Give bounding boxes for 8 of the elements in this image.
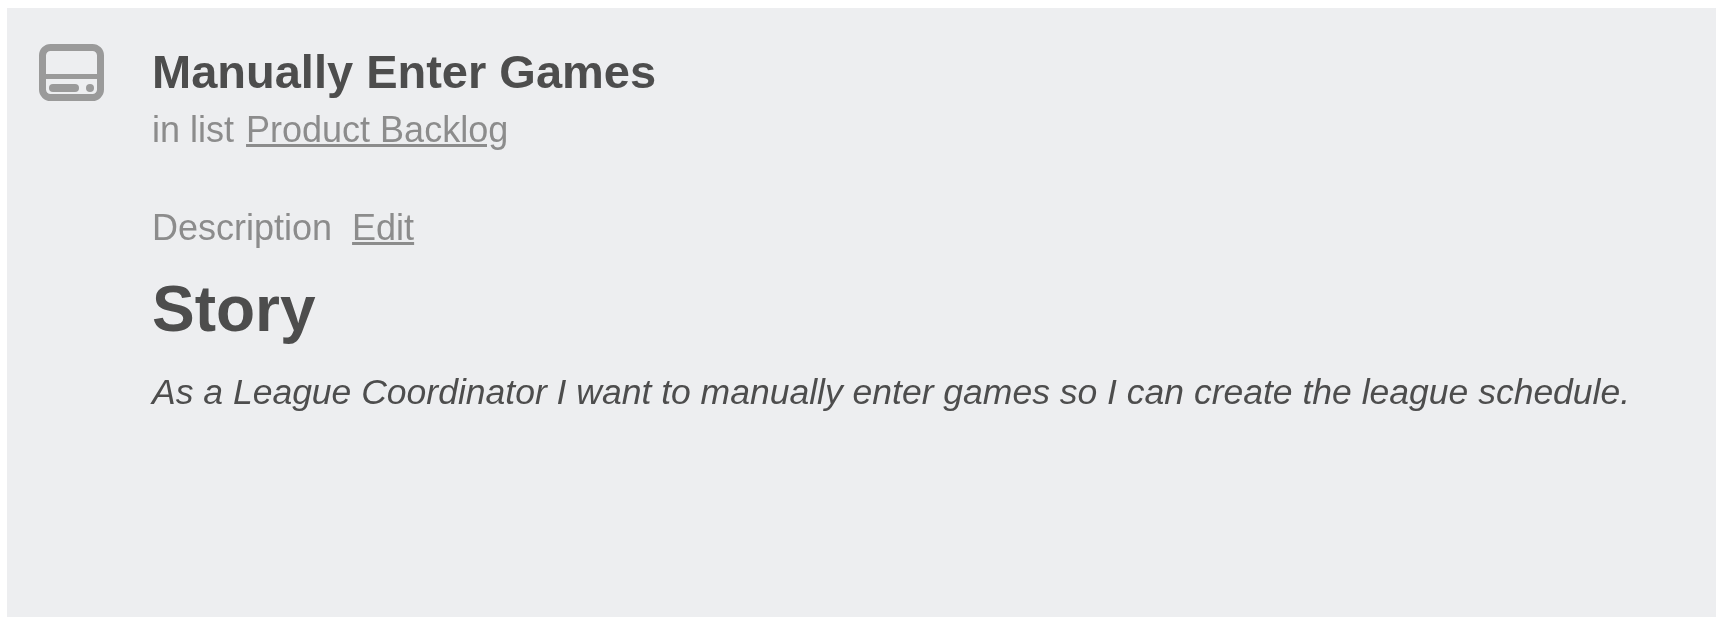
edit-link[interactable]: Edit <box>352 201 415 255</box>
description-heading: Story <box>152 273 317 345</box>
list-label: in list <box>152 108 235 152</box>
description-label: Description <box>152 206 333 250</box>
card-title: Manually Enter Games <box>152 44 658 100</box>
card-icon <box>39 44 104 101</box>
description-text: As a League Coordinator I want to manually enter games so I can create the league schedule. <box>152 371 1631 414</box>
list-link[interactable]: Product Backlog <box>246 103 509 157</box>
